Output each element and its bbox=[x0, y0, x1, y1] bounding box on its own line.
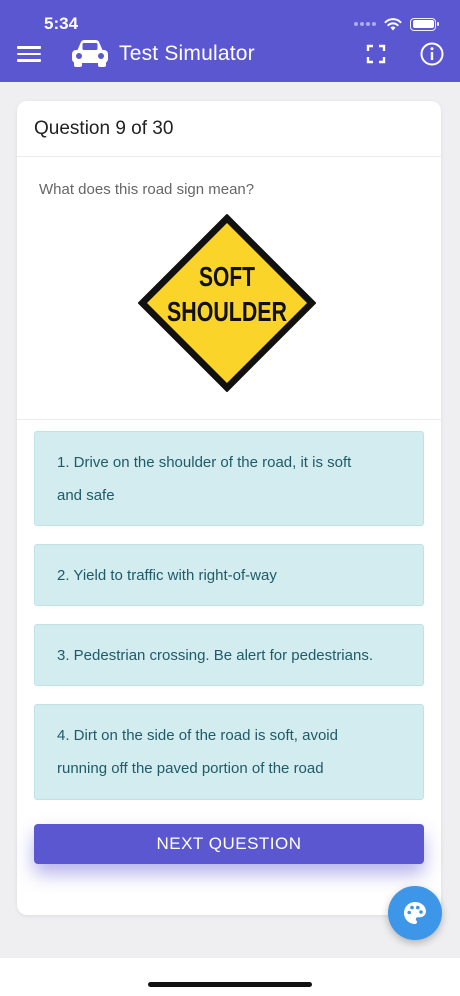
answer-option-1-line1: 1. Drive on the shoulder of the road, it… bbox=[57, 454, 352, 471]
sign-text-line1: SOFT bbox=[199, 261, 255, 292]
question-prompt: What does this road sign mean? bbox=[39, 181, 255, 198]
status-time: 5:34 bbox=[44, 14, 79, 33]
next-question-button[interactable]: NEXT QUESTION bbox=[34, 824, 424, 864]
answer-option-4[interactable]: 4. Dirt on the side of the road is soft,… bbox=[34, 704, 424, 800]
signal-icon bbox=[354, 22, 376, 26]
answer-option-4-line1: 4. Dirt on the side of the road is soft,… bbox=[57, 727, 338, 744]
fullscreen-icon[interactable] bbox=[366, 44, 386, 64]
hamburger-icon bbox=[17, 46, 41, 49]
home-indicator[interactable] bbox=[148, 982, 312, 987]
car-icon bbox=[72, 40, 108, 67]
divider bbox=[17, 419, 441, 420]
bottom-safe-area bbox=[0, 958, 460, 996]
question-card: Question 9 of 30 What does this road sig… bbox=[17, 101, 441, 915]
app-title: Test Simulator bbox=[119, 42, 255, 65]
sign-text-line2: SHOULDER bbox=[167, 296, 287, 327]
answer-option-2[interactable]: 2. Yield to traffic with right-of-way bbox=[34, 544, 424, 606]
info-icon[interactable] bbox=[420, 42, 444, 66]
answer-option-3[interactable]: 3. Pedestrian crossing. Be alert for ped… bbox=[34, 624, 424, 686]
status-icons bbox=[354, 14, 439, 34]
answer-option-1-line2: and safe bbox=[57, 487, 115, 504]
theme-fab-button[interactable] bbox=[388, 886, 442, 940]
palette-icon bbox=[404, 902, 426, 924]
wifi-icon bbox=[384, 18, 402, 31]
answer-option-2-line1: 2. Yield to traffic with right-of-way bbox=[57, 567, 277, 584]
app-bar: 5:34 Test Simulator bbox=[0, 0, 460, 82]
menu-button[interactable] bbox=[17, 43, 41, 63]
answer-option-4-line2: running off the paved portion of the roa… bbox=[57, 760, 324, 777]
road-sign-image: SOFT SHOULDER bbox=[138, 214, 316, 392]
answer-option-3-line1: 3. Pedestrian crossing. Be alert for ped… bbox=[57, 647, 373, 664]
answer-option-1[interactable]: 1. Drive on the shoulder of the road, it… bbox=[34, 431, 424, 526]
battery-icon bbox=[410, 17, 439, 31]
question-counter: Question 9 of 30 bbox=[17, 101, 441, 157]
